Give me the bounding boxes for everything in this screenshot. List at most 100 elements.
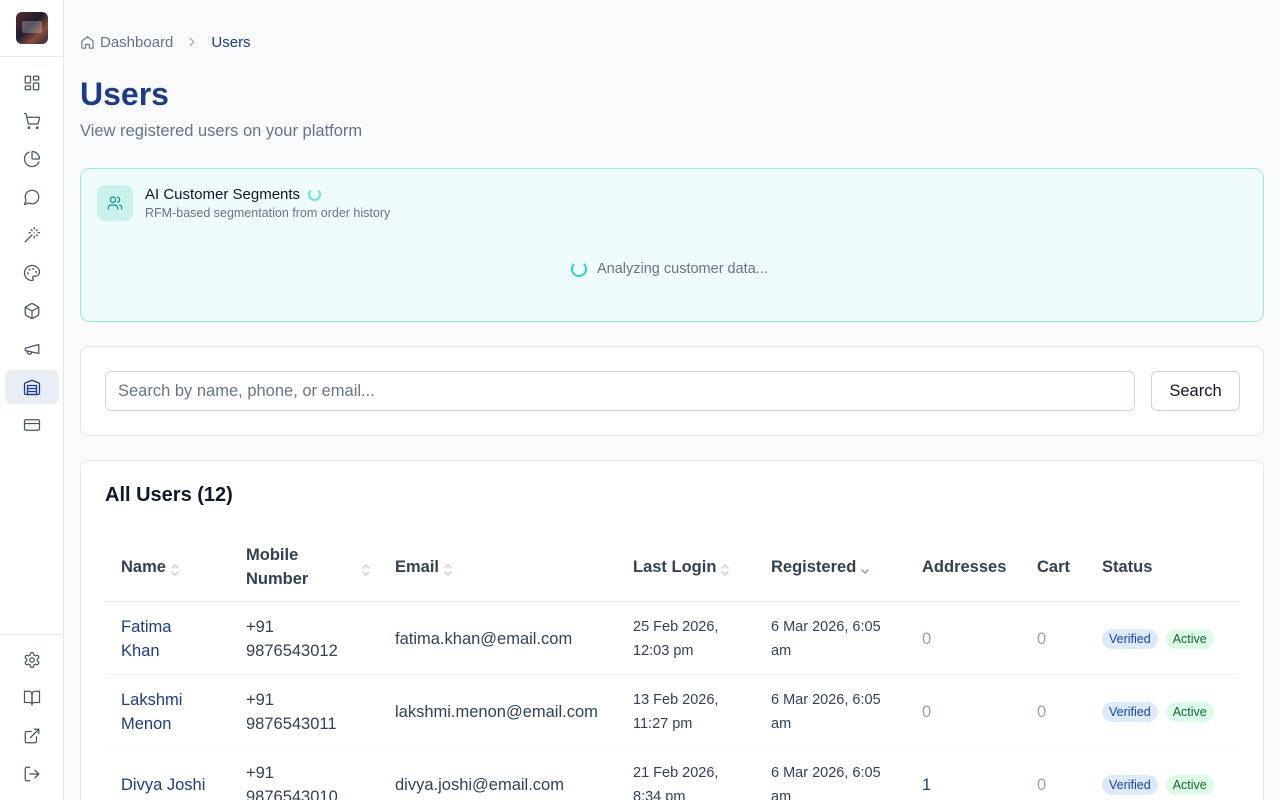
user-last-login: 13 Feb 2026, 11:27 pm xyxy=(633,691,719,732)
sidebar-item-products[interactable] xyxy=(5,294,59,328)
column-header-name[interactable]: Name xyxy=(121,531,180,602)
sidebar-item-dashboard[interactable] xyxy=(5,66,59,100)
table-row[interactable]: Divya Joshi +91 9876543010 divya.joshi@em… xyxy=(105,748,1239,800)
ai-segments-status-text: Analyzing customer data... xyxy=(597,261,768,277)
ai-segments-title-text: AI Customer Segments xyxy=(145,186,301,203)
ai-segments-title: AI Customer Segments xyxy=(145,186,322,203)
users-table-title: All Users (12) xyxy=(105,484,233,506)
active-badge: Active xyxy=(1165,628,1214,649)
user-status: Verified Active xyxy=(1102,675,1222,748)
column-header-registered[interactable]: Registered xyxy=(771,531,870,602)
loading-spinner-icon xyxy=(308,188,322,201)
book-icon xyxy=(23,690,41,706)
sidebar-item-view-store[interactable] xyxy=(5,719,59,753)
pie-chart-icon xyxy=(23,150,41,168)
sort-icon xyxy=(170,560,180,576)
user-status: Verified Active xyxy=(1102,602,1222,675)
sidebar-divider xyxy=(0,56,63,57)
column-header-last-login[interactable]: Last Login xyxy=(633,531,730,602)
users-icon xyxy=(97,185,133,221)
sidebar-divider xyxy=(0,634,63,635)
user-registered: 6 Mar 2026, 6:05 am xyxy=(771,618,881,659)
external-link-icon xyxy=(24,728,40,744)
users-table: Name Mobile Number Email Last Login Regis… xyxy=(105,531,1239,800)
chat-icon xyxy=(23,189,40,206)
verified-badge: Verified xyxy=(1102,701,1158,722)
user-email: fatima.khan@email.com xyxy=(395,629,573,648)
user-email: lakshmi.menon@email.com xyxy=(395,702,598,721)
sidebar xyxy=(0,0,64,800)
user-phone: +91 9876543011 xyxy=(246,690,337,733)
user-name-link[interactable]: Lakshmi Menon xyxy=(121,675,182,748)
sidebar-item-analytics[interactable] xyxy=(5,142,59,176)
user-cart-count: 0 xyxy=(1037,702,1047,721)
user-registered: 6 Mar 2026, 6:05 am xyxy=(771,764,881,800)
gear-icon xyxy=(24,651,40,669)
store-logo[interactable] xyxy=(16,12,48,44)
column-header-addresses: Addresses xyxy=(922,557,1007,576)
warehouse-icon xyxy=(23,379,41,396)
home-icon[interactable] xyxy=(80,35,95,50)
ai-segments-subtitle: RFM-based segmentation from order histor… xyxy=(145,206,391,220)
sidebar-item-marketing[interactable] xyxy=(5,332,59,366)
sidebar-item-settings[interactable] xyxy=(5,643,59,677)
sort-icon xyxy=(361,560,371,576)
sidebar-item-ai-tools[interactable] xyxy=(5,218,59,252)
credit-card-icon xyxy=(23,419,41,431)
verified-badge: Verified xyxy=(1102,774,1158,795)
sidebar-item-orders[interactable] xyxy=(5,104,59,138)
user-addresses-count: 0 xyxy=(922,702,932,721)
sort-icon xyxy=(443,560,453,576)
verified-badge: Verified xyxy=(1102,628,1158,649)
user-name-link[interactable]: Divya Joshi xyxy=(121,748,205,800)
ai-segments-card: AI Customer Segments RFM-based segmentat… xyxy=(80,168,1264,322)
user-name-link[interactable]: Fatima Khan xyxy=(121,602,171,675)
active-badge: Active xyxy=(1165,774,1214,795)
user-status: Verified Active xyxy=(1102,748,1222,800)
user-registered: 6 Mar 2026, 6:05 am xyxy=(771,691,881,732)
cart-icon xyxy=(23,112,41,130)
users-table-card: All Users (12) Name Mobile Number Email L… xyxy=(80,460,1264,800)
sort-icon xyxy=(720,560,730,576)
sidebar-item-logout[interactable] xyxy=(5,757,59,791)
sidebar-item-users[interactable] xyxy=(5,370,59,404)
magic-wand-icon xyxy=(24,226,41,243)
active-badge: Active xyxy=(1165,701,1214,722)
breadcrumb: Dashboard Users xyxy=(80,32,251,52)
ai-segments-status: Analyzing customer data... xyxy=(571,261,768,277)
sort-descending-icon xyxy=(860,560,870,574)
box-icon xyxy=(24,302,40,320)
search-input[interactable] xyxy=(105,371,1135,411)
grid-icon xyxy=(24,75,40,91)
loading-spinner-icon xyxy=(571,261,587,277)
user-phone: +91 9876543010 xyxy=(246,763,338,800)
column-header-status: Status xyxy=(1102,557,1153,576)
table-row[interactable]: Lakshmi Menon +91 9876543011 lakshmi.menon… xyxy=(105,675,1239,748)
table-header: Name Mobile Number Email Last Login Regis… xyxy=(105,531,1239,602)
user-last-login: 25 Feb 2026, 12:03 pm xyxy=(633,618,719,659)
sidebar-item-docs[interactable] xyxy=(5,681,59,715)
user-email: divya.joshi@email.com xyxy=(395,775,564,794)
logout-icon xyxy=(24,766,40,782)
sidebar-item-payments[interactable] xyxy=(5,408,59,442)
sidebar-item-messages[interactable] xyxy=(5,180,59,214)
search-button[interactable]: Search xyxy=(1151,371,1240,411)
user-addresses-count: 0 xyxy=(922,629,932,648)
megaphone-icon xyxy=(24,343,40,355)
user-last-login: 21 Feb 2026, 8:34 pm xyxy=(633,764,719,800)
search-card: Search xyxy=(80,346,1264,436)
column-header-cart: Cart xyxy=(1037,557,1071,576)
sidebar-item-themes[interactable] xyxy=(5,256,59,290)
column-header-email[interactable]: Email xyxy=(395,531,453,602)
page-title: Users xyxy=(80,76,169,112)
user-phone: +91 9876543012 xyxy=(246,617,338,660)
breadcrumb-current: Users xyxy=(211,33,251,51)
table-row[interactable]: Fatima Khan +91 9876543012 fatima.khan@ema… xyxy=(105,602,1239,675)
chevron-right-icon xyxy=(185,35,199,49)
column-header-mobile[interactable]: Mobile Number xyxy=(246,531,371,602)
user-addresses-link[interactable]: 1 xyxy=(922,748,931,800)
breadcrumb-dashboard-link[interactable]: Dashboard xyxy=(100,34,173,51)
user-cart-count: 0 xyxy=(1037,775,1047,794)
user-cart-count: 0 xyxy=(1037,629,1047,648)
page-subtitle: View registered users on your platform xyxy=(80,122,363,140)
